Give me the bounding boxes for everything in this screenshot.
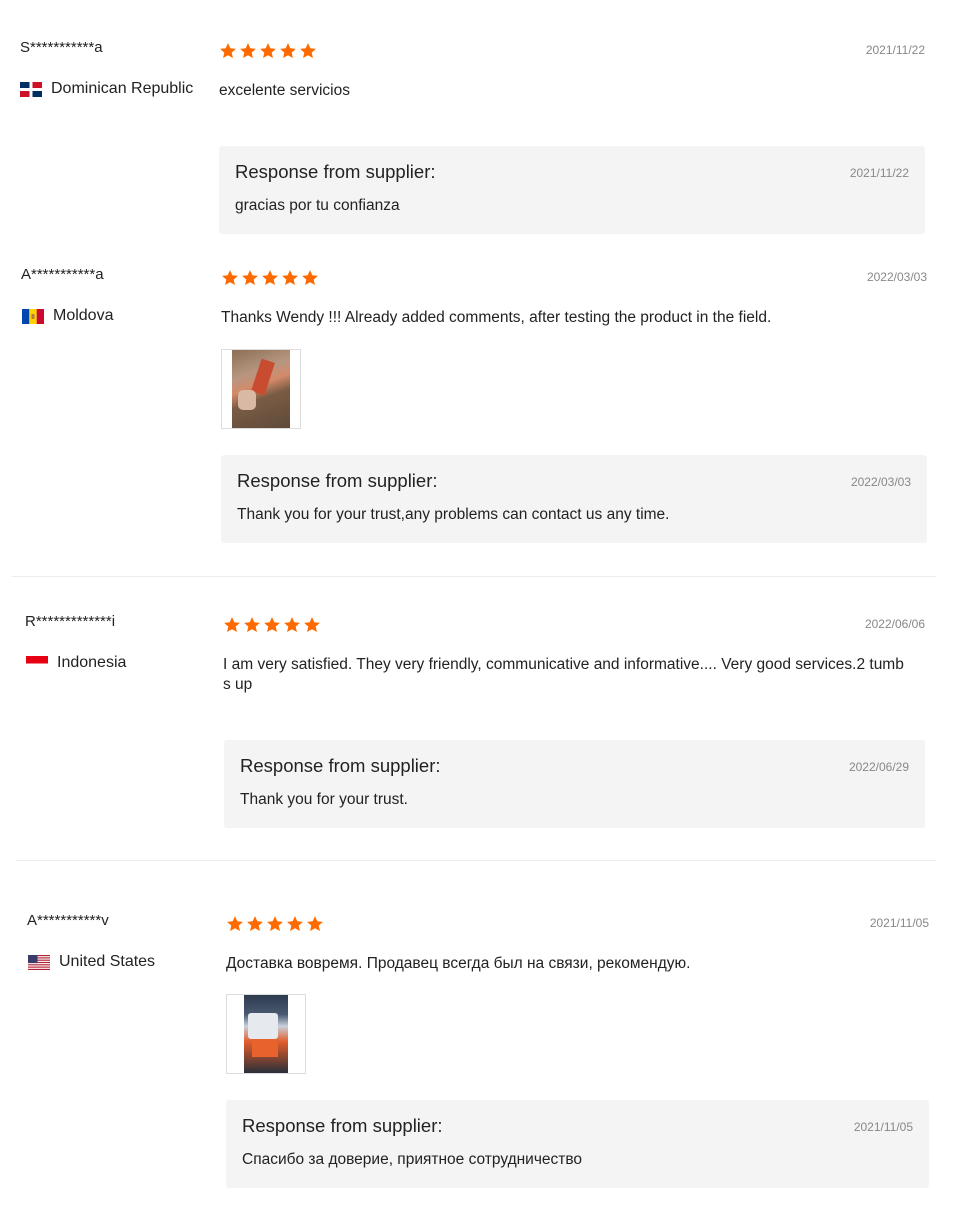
reviewer-country: Dominican Republic	[20, 80, 193, 98]
country-name: Dominican Republic	[51, 80, 194, 97]
reviewer-country: United States	[28, 953, 155, 971]
star-icon	[241, 269, 259, 287]
star-icon	[261, 269, 279, 287]
review-comment: Thanks Wendy !!! Already added comments,…	[221, 309, 772, 326]
response-text: Thank you for your trust.	[240, 791, 408, 808]
star-icon	[239, 42, 257, 60]
response-text: Thank you for your trust,any problems ca…	[237, 506, 670, 523]
review-date: 2022/06/06	[864, 617, 925, 631]
country-name: Moldova	[53, 307, 114, 324]
response-title: Response from supplier:	[240, 755, 441, 776]
review-comment: excelente servicios	[219, 82, 350, 99]
star-rating	[221, 269, 319, 287]
star-icon	[306, 915, 324, 933]
country-name: United States	[59, 953, 156, 970]
review-comment-line: s up	[223, 676, 253, 693]
review-date: 2022/03/03	[866, 270, 927, 284]
supplier-response: Response from supplier: 2022/06/29 Thank…	[224, 740, 925, 828]
reviewer-name: R*************i	[25, 613, 116, 630]
reviewer-name: A***********v	[27, 912, 109, 929]
star-icon	[286, 915, 304, 933]
flag-indonesia-icon	[26, 655, 48, 671]
response-date: 2021/11/22	[849, 166, 909, 180]
reviewer-name: A***********a	[21, 266, 104, 283]
star-icon	[283, 616, 301, 634]
flag-moldova-icon	[22, 308, 44, 324]
star-icon	[259, 42, 277, 60]
reviewer-country: Moldova	[22, 307, 113, 325]
response-date: 2022/03/03	[850, 475, 911, 489]
star-icon	[219, 42, 237, 60]
star-icon	[279, 42, 297, 60]
review-comment-line: I am very satisfied. They very friendly,…	[223, 656, 904, 673]
star-rating	[219, 42, 317, 60]
review-date: 2021/11/22	[865, 43, 925, 57]
star-icon	[299, 42, 317, 60]
response-date: 2022/06/29	[848, 760, 909, 774]
star-rating	[226, 915, 324, 933]
review-comment: Доставка вовремя. Продавец всегда был на…	[226, 955, 691, 972]
star-icon	[301, 269, 319, 287]
review-comment: I am very satisfied. They very friendly,…	[223, 655, 933, 695]
divider	[16, 860, 936, 861]
reviewer-country: Indonesia	[26, 654, 126, 672]
star-icon	[223, 616, 241, 634]
star-icon	[281, 269, 299, 287]
response-text: gracias por tu confianza	[235, 197, 400, 214]
star-icon	[263, 616, 281, 634]
response-title: Response from supplier:	[242, 1115, 443, 1136]
star-icon	[266, 915, 284, 933]
star-icon	[221, 269, 239, 287]
star-icon	[246, 915, 264, 933]
review-photo[interactable]	[221, 349, 301, 429]
flag-united-states-icon	[28, 954, 50, 970]
response-date: 2021/11/05	[853, 1120, 913, 1134]
star-icon	[243, 616, 261, 634]
star-rating	[223, 616, 321, 634]
review-date: 2021/11/05	[869, 916, 929, 930]
country-name: Indonesia	[57, 654, 127, 671]
response-text: Спасибо за доверие, приятное сотрудничес…	[242, 1151, 583, 1168]
supplier-response: Response from supplier: 2021/11/22 graci…	[219, 146, 925, 234]
flag-dominican-republic-icon	[20, 81, 42, 97]
star-icon	[226, 915, 244, 933]
supplier-response: Response from supplier: 2021/11/05 Спаси…	[226, 1100, 929, 1188]
response-title: Response from supplier:	[237, 470, 438, 491]
reviewer-name: S***********a	[20, 39, 103, 56]
response-title: Response from supplier:	[235, 161, 436, 182]
supplier-response: Response from supplier: 2022/03/03 Thank…	[221, 455, 927, 543]
star-icon	[303, 616, 321, 634]
divider	[12, 576, 936, 577]
review-photo[interactable]	[226, 994, 306, 1074]
